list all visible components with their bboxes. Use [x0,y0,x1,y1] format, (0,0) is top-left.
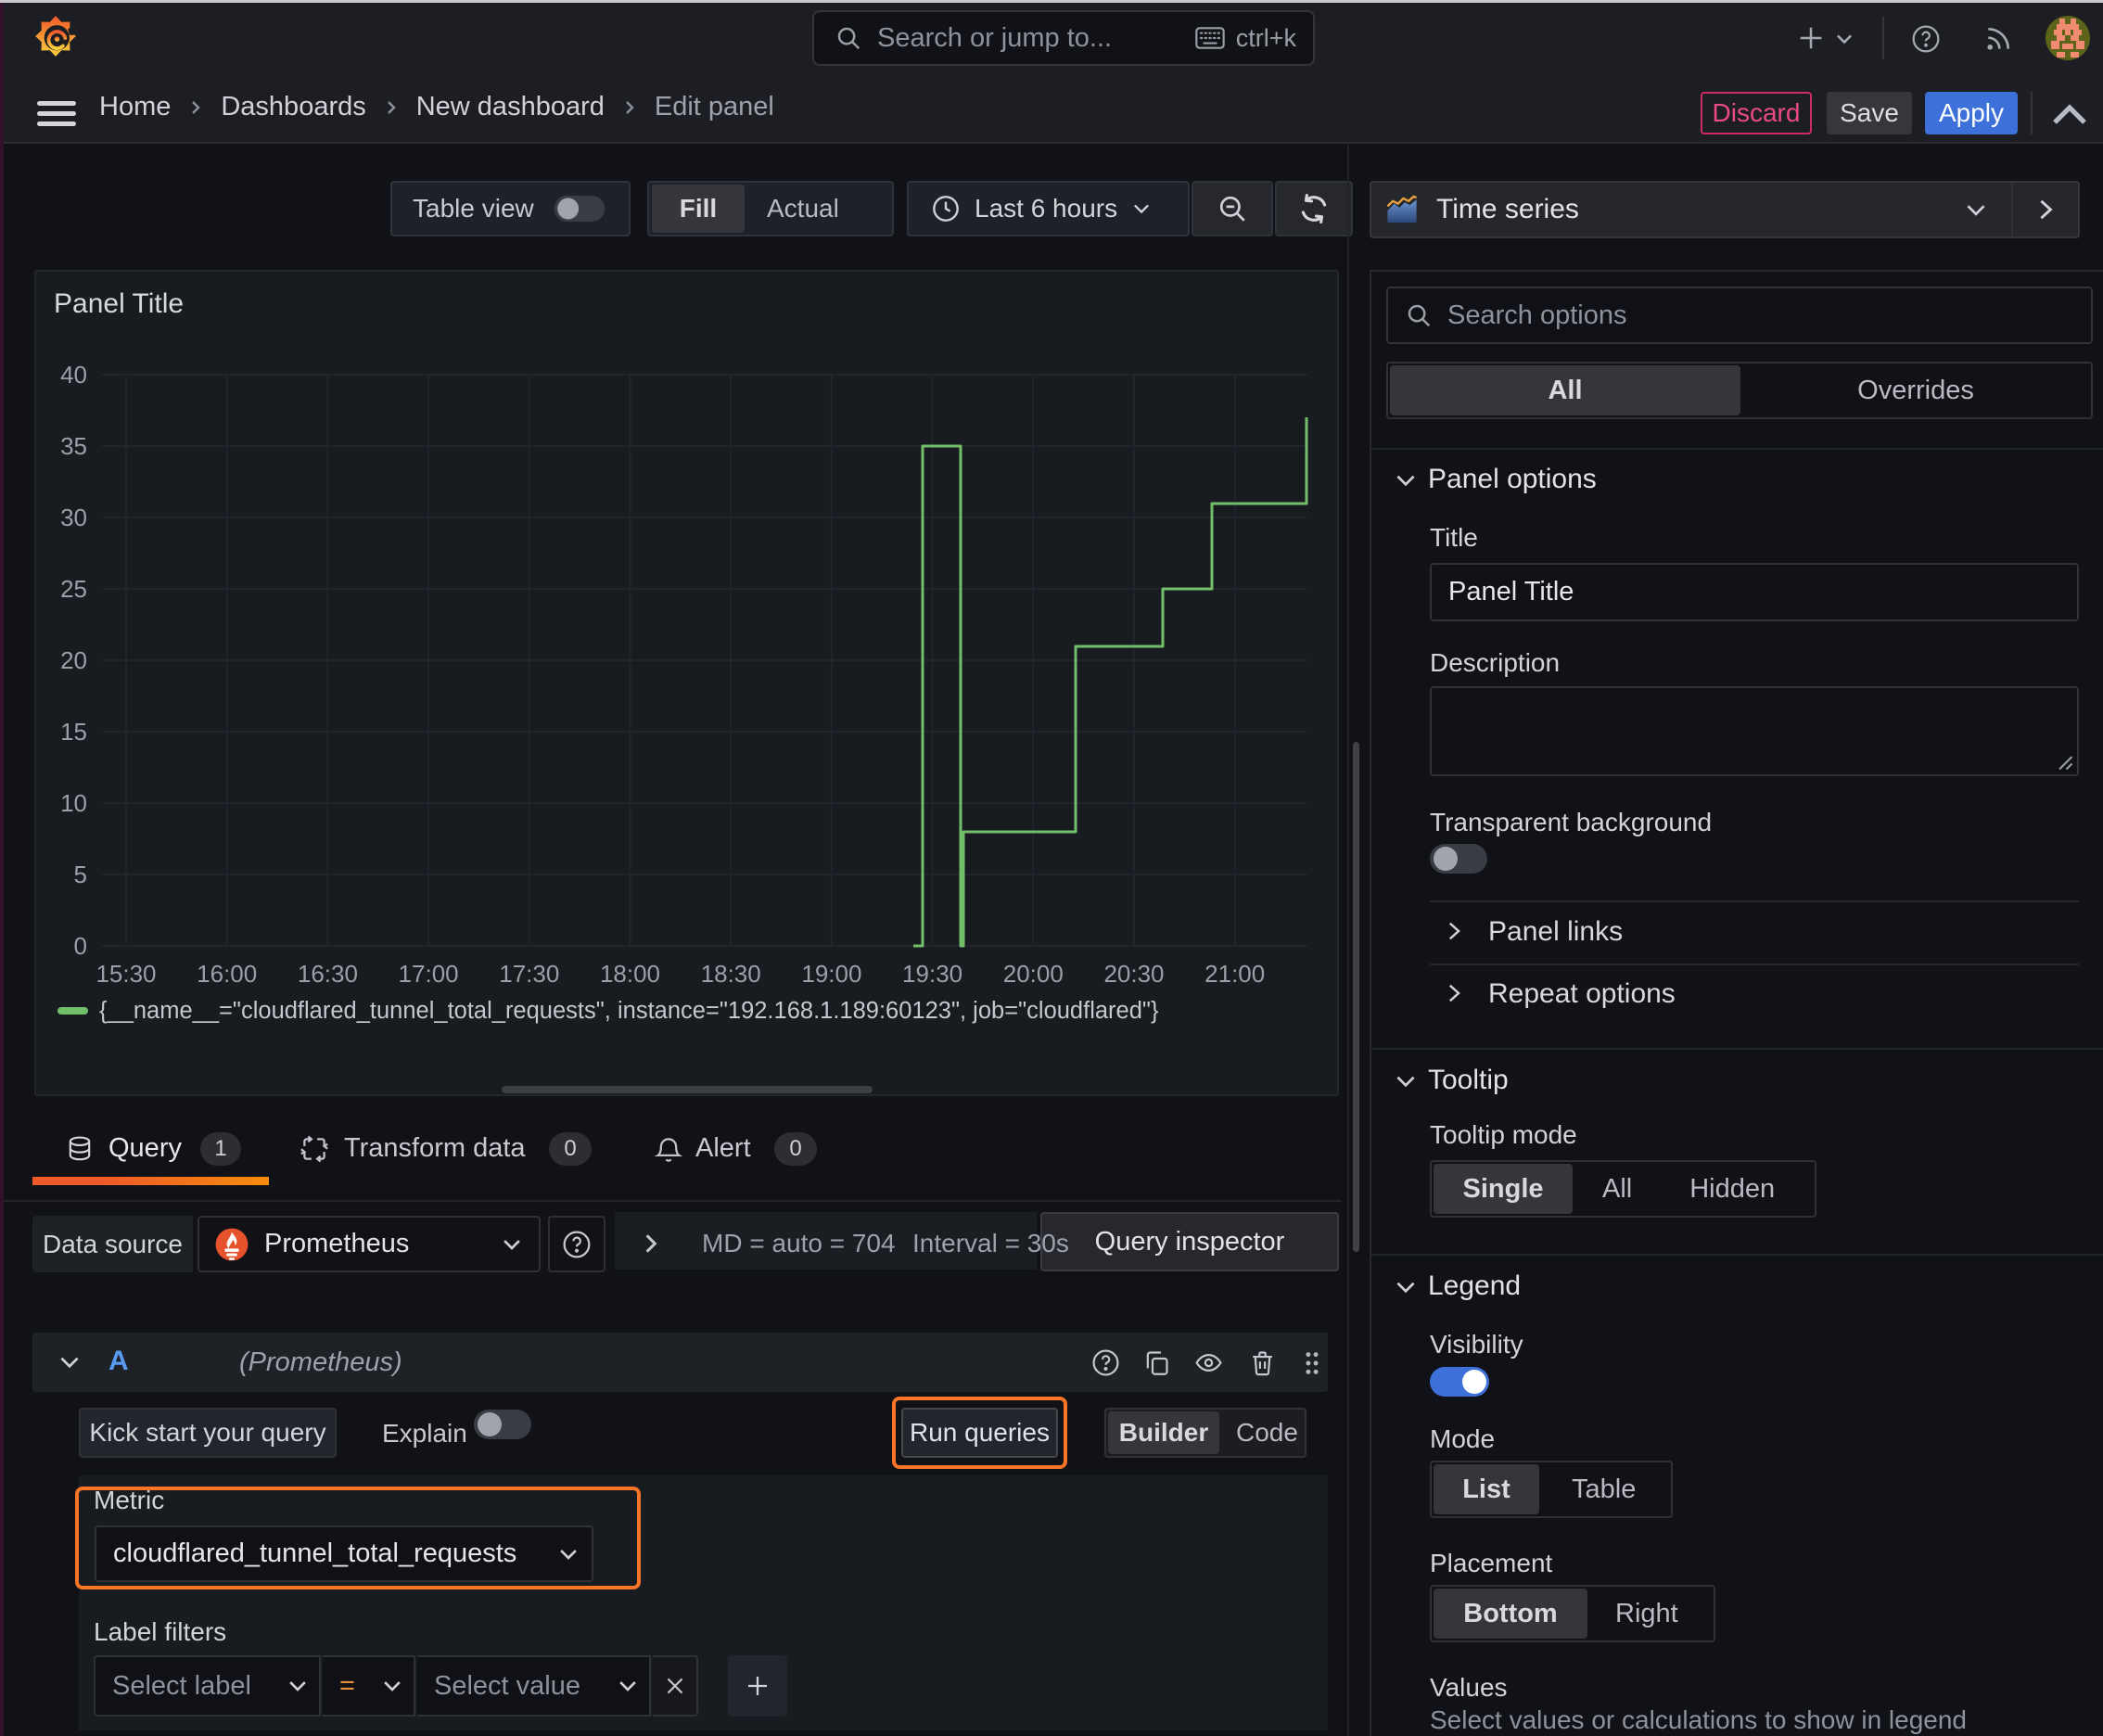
svg-text:19:30: 19:30 [902,960,962,988]
svg-text:17:00: 17:00 [399,960,459,988]
svg-text:16:00: 16:00 [197,960,257,988]
svg-text:0: 0 [74,932,87,960]
svg-text:5: 5 [74,861,87,888]
svg-text:18:30: 18:30 [701,960,761,988]
svg-text:10: 10 [60,789,87,817]
svg-text:40: 40 [60,361,87,389]
svg-text:20: 20 [60,646,87,674]
svg-text:15: 15 [60,718,87,746]
svg-text:17:30: 17:30 [499,960,559,988]
svg-text:30: 30 [60,504,87,531]
svg-text:20:00: 20:00 [1003,960,1064,988]
svg-text:35: 35 [60,432,87,460]
svg-text:19:00: 19:00 [801,960,861,988]
svg-text:16:30: 16:30 [298,960,358,988]
svg-text:20:30: 20:30 [1103,960,1164,988]
svg-text:{__name__="cloudflared_tunnel_: {__name__="cloudflared_tunnel_total_requ… [99,998,1159,1024]
svg-text:18:00: 18:00 [600,960,660,988]
svg-text:15:30: 15:30 [96,960,156,988]
svg-text:25: 25 [60,575,87,603]
svg-text:21:00: 21:00 [1204,960,1265,988]
